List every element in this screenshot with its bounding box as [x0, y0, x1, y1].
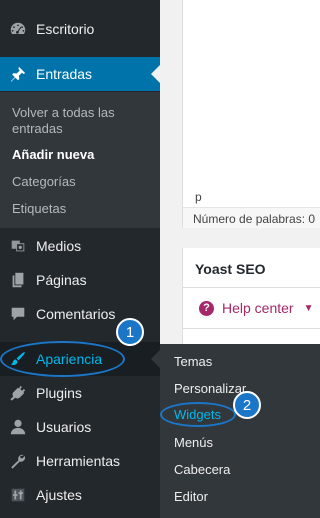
- yoast-title: Yoast SEO: [195, 261, 266, 277]
- annotation-badge-1: 1: [116, 318, 144, 346]
- flyout-item-temas[interactable]: Temas: [174, 354, 212, 370]
- pin-icon: [0, 57, 36, 91]
- settings-icon: [0, 478, 36, 512]
- apariencia-flyout-menu: Temas Personalizar Widgets Menús Cabecer…: [160, 344, 320, 518]
- flyout-item-editor[interactable]: Editor: [174, 489, 208, 505]
- submenu-etiquetas[interactable]: Etiquetas: [12, 201, 156, 217]
- annotation-badge-2: 2: [233, 391, 261, 419]
- menu-label: Ajustes: [36, 487, 82, 503]
- help-center-button[interactable]: ? Help center ▼: [199, 298, 314, 318]
- menu-label: Entradas: [36, 66, 93, 82]
- menu-label: Herramientas: [36, 453, 121, 469]
- menu-item-herramientas[interactable]: Herramientas: [0, 444, 160, 478]
- menu-label: Páginas: [36, 272, 87, 288]
- menu-item-paginas[interactable]: Páginas: [0, 263, 160, 297]
- editor-element-path: p: [195, 190, 202, 204]
- entradas-submenu: Volver a todas las entradas Añadir nueva…: [0, 92, 160, 228]
- dashboard-icon: [0, 12, 36, 46]
- flyout-item-menus[interactable]: Menús: [174, 435, 213, 451]
- menu-item-entradas[interactable]: Entradas: [0, 57, 160, 91]
- word-count: Número de palabras: 0: [193, 212, 316, 226]
- help-center-label: Help center: [222, 300, 294, 316]
- menu-label: Medios: [36, 238, 82, 254]
- divider: [183, 328, 320, 329]
- media-icon: [0, 229, 36, 263]
- menu-item-plugins[interactable]: Plugins: [0, 376, 160, 410]
- annotation-ellipse-apariencia: [0, 341, 125, 377]
- flyout-item-personalizar[interactable]: Personalizar: [174, 381, 246, 397]
- editor-status-bar: Número de palabras: 0: [183, 207, 320, 228]
- menu-label: Escritorio: [36, 21, 95, 37]
- submenu-categorias[interactable]: Categorías: [12, 174, 156, 190]
- menu-item-usuarios[interactable]: Usuarios: [0, 410, 160, 444]
- submenu-volver[interactable]: Volver a todas las entradas: [12, 105, 156, 137]
- caret-down-icon: ▼: [303, 302, 314, 314]
- wrench-icon: [0, 444, 36, 478]
- users-icon: [0, 410, 36, 444]
- post-editor[interactable]: p Número de palabras: 0: [182, 0, 320, 228]
- divider: [183, 287, 320, 288]
- submenu-anadir-nueva[interactable]: Añadir nueva: [12, 147, 156, 163]
- question-icon: ?: [199, 300, 214, 316]
- menu-item-medios[interactable]: Medios: [0, 229, 160, 263]
- flyout-item-cabecera[interactable]: Cabecera: [174, 462, 230, 478]
- menu-label: Comentarios: [36, 306, 116, 322]
- admin-sidebar: Escritorio Entradas Volver a todas las e…: [0, 0, 160, 518]
- menu-item-escritorio[interactable]: Escritorio: [0, 12, 160, 46]
- menu-label: Usuarios: [36, 419, 92, 435]
- menu-item-ajustes[interactable]: Ajustes: [0, 478, 160, 512]
- menu-label: Plugins: [36, 385, 82, 401]
- annotation-ellipse-widgets: [160, 402, 236, 427]
- pages-icon: [0, 263, 36, 297]
- comments-icon: [0, 297, 36, 331]
- plug-icon: [0, 376, 36, 410]
